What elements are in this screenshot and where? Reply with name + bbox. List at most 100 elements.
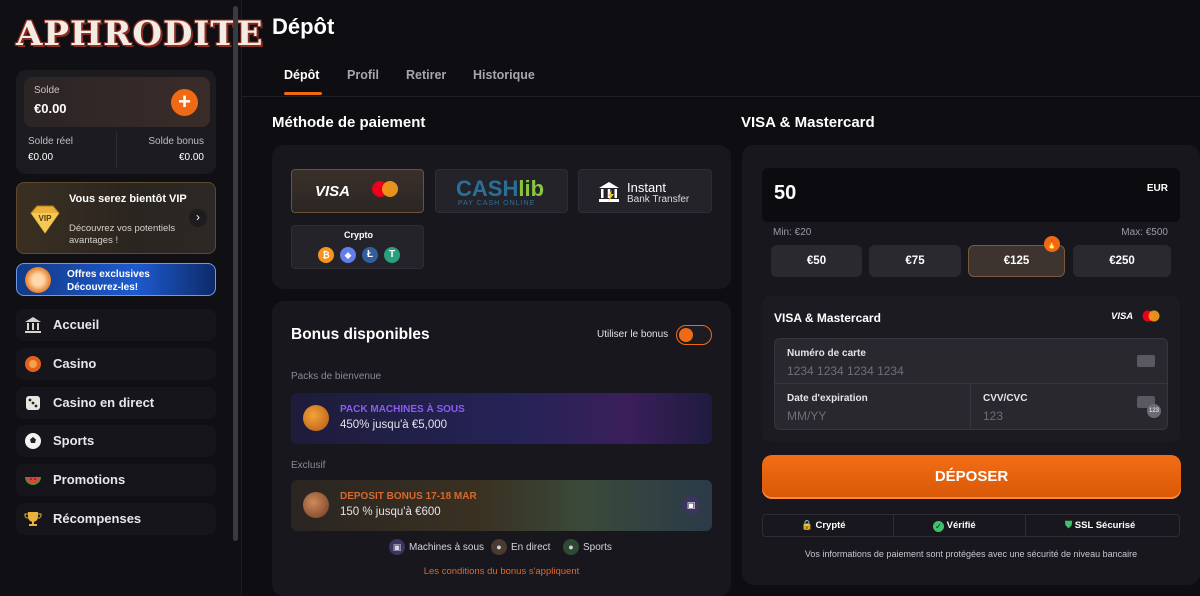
trust-ssl: ⛊ SSL Sécurisé xyxy=(1065,515,1135,536)
bonus-shell-icon xyxy=(303,492,329,518)
sidebar-item-label: Promotions xyxy=(53,472,126,487)
tab-profil[interactable]: Profil xyxy=(347,68,379,82)
bank-transfer-label: Bank Transfer xyxy=(627,194,690,205)
tab-historique[interactable]: Historique xyxy=(473,68,535,82)
card-number-placeholder: 1234 1234 1234 1234 xyxy=(787,364,904,378)
page-title: Dépôt xyxy=(272,14,335,39)
trust-label: Vérifié xyxy=(946,520,976,531)
expiry-field[interactable]: Date d'expiration MM/YY xyxy=(774,384,971,430)
payment-method-instant-bank[interactable]: Instant Bank Transfer xyxy=(578,169,712,213)
watermelon-icon xyxy=(24,471,42,489)
trust-divider xyxy=(1025,515,1026,536)
tabs-divider xyxy=(242,96,1200,97)
soccer-ball-icon xyxy=(24,432,42,450)
bonus-card-title: DEPOSIT BONUS 17-18 MAR xyxy=(340,491,477,502)
trust-bar: 🔒 Crypté ✓ Vérifié ⛊ SSL Sécurisé xyxy=(762,514,1180,537)
card-number-label: Numéro de carte xyxy=(787,348,866,359)
category-label: Sports xyxy=(583,542,612,553)
litecoin-icon: Ł xyxy=(362,247,378,263)
tab-depot[interactable]: Dépôt xyxy=(284,68,319,82)
sidebar-item-label: Récompenses xyxy=(53,511,142,526)
welcome-packs-label: Packs de bienvenue xyxy=(291,371,382,382)
sidebar: APHRODITE Solde €0.00 + Solde réel €0.00… xyxy=(0,0,263,596)
payment-method-cashlib[interactable]: CASHlib PAY CASH ONLINE xyxy=(435,169,568,213)
trust-verified: ✓ Vérifié xyxy=(933,515,976,536)
vip-subtitle: Découvrez vos potentiels avantages ! xyxy=(69,223,176,246)
payment-method-title: Méthode de paiement xyxy=(272,114,426,131)
instant-label: Instant xyxy=(627,180,667,195)
quick-amount-75[interactable]: €75 xyxy=(869,245,961,277)
deposit-method-title: VISA & Mastercard xyxy=(741,114,875,131)
card-form-title: VISA & Mastercard xyxy=(774,311,881,325)
bank-icon xyxy=(599,182,619,202)
sidebar-item-casino[interactable]: Casino xyxy=(16,348,216,380)
shield-icon: ⛊ xyxy=(1065,520,1073,531)
active-tab-indicator xyxy=(284,92,322,95)
card-number-field[interactable]: Numéro de carte 1234 1234 1234 1234 xyxy=(774,338,1168,384)
sidebar-item-label: Sports xyxy=(53,433,95,448)
exclusive-offers-card[interactable]: Offres exclusives Découvrez-les! xyxy=(16,263,216,296)
use-bonus-label: Utiliser le bonus xyxy=(597,329,669,340)
cashlib-logo: CASHlib xyxy=(456,176,545,201)
min-amount: Min: €20 xyxy=(773,227,812,238)
max-amount: Max: €500 xyxy=(1121,227,1168,238)
offer-badge-icon xyxy=(25,267,51,293)
fire-icon: 🔥 xyxy=(1044,236,1060,252)
sidebar-item-accueil[interactable]: Accueil xyxy=(16,309,216,341)
cashlib-tagline: PAY CASH ONLINE xyxy=(458,200,536,207)
bonus-card-slots-pack[interactable]: PACK MACHINES À SOUS 450% jusqu'à €5,000 xyxy=(291,393,712,444)
visa-logo: VISA xyxy=(315,183,351,200)
trust-divider xyxy=(893,515,894,536)
trust-label: Crypté xyxy=(815,520,846,531)
trophy-icon xyxy=(24,510,42,528)
real-balance-label: Solde réel xyxy=(28,136,74,147)
category-live: ● En direct xyxy=(491,539,550,557)
trust-label: SSL Sécurisé xyxy=(1074,520,1136,531)
real-balance-value: €0.00 xyxy=(28,152,54,163)
category-label: Machines à sous xyxy=(409,542,485,553)
sidebar-item-casino-en-direct[interactable]: Casino en direct xyxy=(16,387,216,419)
tab-retirer[interactable]: Retirer xyxy=(406,68,446,82)
cvv-badge-icon: 123 xyxy=(1147,404,1161,418)
payment-method-crypto[interactable]: Crypto ₿ ◆ Ł T xyxy=(291,225,424,269)
slot-machine-icon: ▣ xyxy=(389,539,405,556)
security-note: Vos informations de paiement sont protég… xyxy=(804,549,1138,559)
mastercard-icon xyxy=(372,181,398,197)
offer-text: Offres exclusives Découvrez-les! xyxy=(67,268,150,294)
amount-value: 50 xyxy=(774,182,797,204)
payment-method-visa-mastercard[interactable]: VISA xyxy=(291,169,424,213)
lock-icon: 🔒 xyxy=(801,520,813,531)
bonus-balance-label: Solde bonus xyxy=(148,136,204,147)
category-slots: ▣ Machines à sous xyxy=(389,539,484,557)
add-funds-button[interactable]: + xyxy=(171,89,198,116)
toggle-knob xyxy=(679,328,693,342)
quick-amount-250[interactable]: €250 xyxy=(1073,245,1171,277)
sidebar-item-promotions[interactable]: Promotions xyxy=(16,464,216,496)
cvv-field[interactable]: CVV/CVC 123 123 xyxy=(971,384,1168,430)
sidebar-scrollbar[interactable] xyxy=(233,6,238,541)
dice-icon xyxy=(24,394,42,412)
trust-encrypted: 🔒 Crypté xyxy=(801,515,846,536)
balance-main: Solde €0.00 + xyxy=(24,77,210,127)
bonus-balance: Solde bonus €0.00 xyxy=(148,136,204,163)
exclusive-label: Exclusif xyxy=(291,460,326,471)
sidebar-item-recompenses[interactable]: Récompenses xyxy=(16,503,216,535)
chip-icon xyxy=(24,355,42,373)
bonus-terms-link[interactable]: Les conditions du bonus s'appliquent xyxy=(272,566,731,577)
cvv-placeholder: 123 xyxy=(983,409,1004,423)
offer-subtitle: Découvrez-les! xyxy=(67,282,139,293)
use-bonus-toggle[interactable] xyxy=(676,325,712,345)
brand-logo[interactable]: APHRODITE xyxy=(16,14,264,54)
deposit-button[interactable]: DÉPOSER xyxy=(762,455,1181,499)
bonus-apple-icon xyxy=(303,405,329,431)
balance-label: Solde xyxy=(34,85,60,96)
bonus-card-deposit-bonus[interactable]: DEPOSIT BONUS 17-18 MAR 150 % jusqu'à €6… xyxy=(291,480,712,531)
vip-promo-card[interactable]: VIP Vous serez bientôt VIP Découvrez vos… xyxy=(16,182,216,254)
quick-amount-50[interactable]: €50 xyxy=(771,245,862,277)
amount-input[interactable]: 50 EUR xyxy=(762,168,1180,222)
chevron-right-icon[interactable]: › xyxy=(189,209,207,227)
bonus-card-desc: 150 % jusqu'à €600 xyxy=(340,506,441,518)
bonus-card-desc: 450% jusqu'à €5,000 xyxy=(340,419,448,431)
sidebar-item-sports[interactable]: Sports xyxy=(16,425,216,457)
bitcoin-icon: ₿ xyxy=(318,247,334,263)
